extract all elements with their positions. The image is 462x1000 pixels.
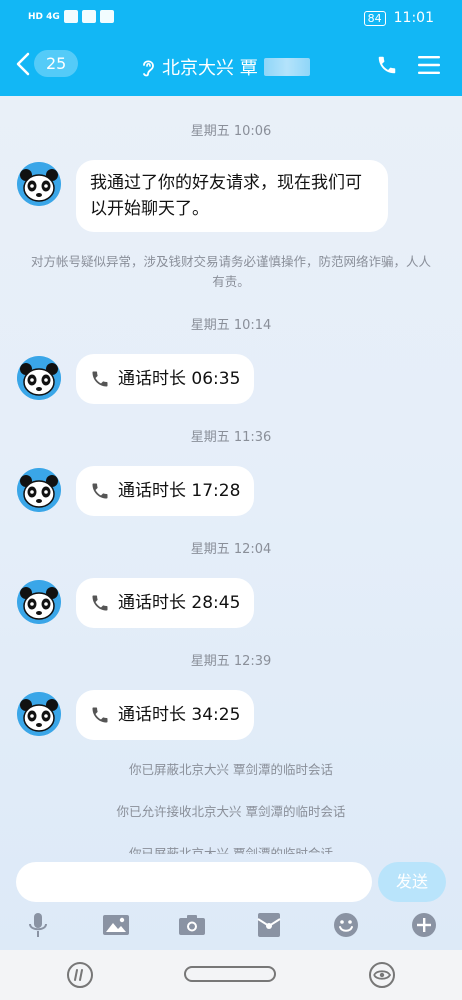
system-message: 你已允许接收北京大兴 覃剑潭的临时会话 bbox=[116, 804, 346, 819]
eye-icon bbox=[369, 962, 395, 988]
panda-avatar-icon bbox=[17, 580, 61, 624]
menu-button[interactable] bbox=[418, 55, 440, 79]
status-bar: HD 4G 84 11:01 bbox=[0, 0, 462, 38]
network-indicator: HD 4G bbox=[28, 11, 60, 22]
camera-button[interactable] bbox=[172, 910, 212, 940]
qq-notification-icon bbox=[63, 10, 78, 23]
call-record-bubble[interactable]: 通话时长 34:25 bbox=[76, 690, 255, 740]
phone-icon bbox=[92, 371, 108, 387]
battery-indicator: 84 bbox=[363, 10, 386, 26]
panda-avatar-icon bbox=[17, 468, 61, 512]
call-record-bubble[interactable]: 通话时长 28:45 bbox=[76, 578, 255, 628]
avatar[interactable] bbox=[17, 468, 61, 512]
call-duration-label: 通话时长 28:45 bbox=[118, 593, 241, 613]
timestamp: 星期五 12:04 bbox=[190, 542, 272, 557]
app-notification-icon bbox=[81, 10, 96, 23]
status-icons-left: HD 4G bbox=[28, 10, 114, 23]
phone-icon bbox=[92, 707, 108, 723]
timestamp: 星期五 11:36 bbox=[190, 430, 272, 445]
call-duration-label: 通话时长 06:35 bbox=[118, 369, 241, 389]
dual-app-icon bbox=[67, 962, 93, 988]
system-message: 你已屏蔽北京大兴 覃剑潭的临时会话 bbox=[129, 846, 333, 854]
call-record-bubble[interactable]: 通话时长 17:28 bbox=[76, 466, 255, 516]
system-warning-message: 对方帐号疑似异常，涉及钱财交易请务必谨慎操作，防范网络诈骗，人人有责。 bbox=[30, 254, 431, 289]
chevron-left-icon bbox=[16, 52, 30, 75]
hamburger-menu-icon bbox=[418, 56, 440, 74]
timestamp: 星期五 10:06 bbox=[190, 124, 272, 139]
timestamp: 星期五 12:39 bbox=[190, 654, 272, 669]
send-button[interactable]: 发送 bbox=[378, 862, 446, 902]
red-packet-button[interactable] bbox=[249, 910, 289, 940]
contact-name: 北京大兴 覃 bbox=[162, 58, 258, 79]
redacted-name-blur bbox=[263, 58, 310, 76]
voice-call-button[interactable] bbox=[376, 54, 398, 80]
phone-icon bbox=[92, 595, 108, 611]
avatar[interactable] bbox=[17, 162, 61, 206]
panda-avatar-icon bbox=[17, 692, 61, 736]
phone-icon bbox=[92, 483, 108, 499]
avatar[interactable] bbox=[17, 692, 61, 736]
call-duration-label: 通话时长 34:25 bbox=[118, 705, 241, 725]
plus-icon bbox=[412, 913, 436, 937]
clock: 11:01 bbox=[393, 10, 434, 26]
image-button[interactable] bbox=[96, 910, 136, 940]
nav-left-button[interactable] bbox=[64, 962, 96, 992]
phone-icon bbox=[378, 56, 396, 74]
voice-input-button[interactable] bbox=[18, 910, 58, 940]
timestamp: 星期五 10:14 bbox=[190, 318, 272, 333]
emoji-icon bbox=[334, 913, 358, 937]
system-nav-bar bbox=[0, 950, 462, 1000]
home-pill[interactable] bbox=[184, 966, 276, 982]
more-button[interactable] bbox=[404, 910, 444, 940]
panda-avatar-icon bbox=[17, 356, 61, 400]
red-packet-icon bbox=[257, 913, 281, 937]
ear-icon bbox=[143, 60, 154, 77]
system-message: 你已屏蔽北京大兴 覃剑潭的临时会话 bbox=[129, 762, 333, 777]
back-button[interactable]: 25 bbox=[16, 50, 79, 77]
camera-icon bbox=[179, 915, 205, 935]
input-toolbar bbox=[0, 910, 462, 950]
call-duration-label: 通话时长 17:28 bbox=[118, 481, 241, 501]
message-input[interactable] bbox=[16, 862, 372, 902]
message-notification-icon bbox=[99, 10, 114, 23]
image-icon bbox=[103, 915, 129, 935]
emoji-button[interactable] bbox=[326, 910, 366, 940]
avatar[interactable] bbox=[17, 356, 61, 400]
call-record-bubble[interactable]: 通话时长 06:35 bbox=[76, 354, 255, 404]
chat-title[interactable]: 北京大兴 覃 bbox=[140, 54, 310, 80]
chat-header: 25 北京大兴 覃 bbox=[0, 38, 462, 96]
panda-avatar-icon bbox=[17, 162, 61, 206]
nav-right-button[interactable] bbox=[366, 962, 398, 992]
status-icons-right: 84 11:01 bbox=[363, 10, 434, 26]
message-bubble[interactable]: 我通过了你的好友请求，现在我们可以开始聊天了。 bbox=[76, 160, 388, 232]
microphone-icon bbox=[29, 913, 47, 937]
unread-count-badge: 25 bbox=[34, 50, 79, 77]
avatar[interactable] bbox=[17, 580, 61, 624]
